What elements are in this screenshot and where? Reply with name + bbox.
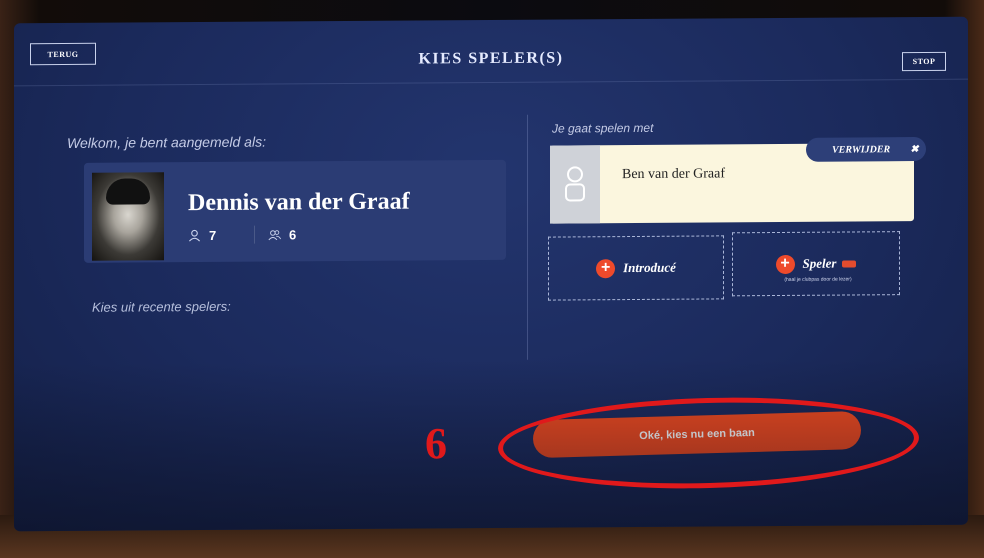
- annotation-step-number: 6: [425, 419, 447, 468]
- user-avatar: [92, 172, 164, 261]
- stop-button[interactable]: STOP: [902, 51, 946, 72]
- card-icon: [842, 259, 857, 268]
- person-placeholder-icon: [565, 166, 585, 202]
- avatar-hair: [106, 178, 150, 205]
- add-player-label: Speler: [802, 255, 837, 271]
- add-player-hint: (haal je clubpas door de lezer): [784, 276, 852, 283]
- add-guest-button[interactable]: + Introducé: [548, 235, 724, 301]
- group-icon: [268, 230, 281, 241]
- recent-players-label: Kies uit recente spelers:: [92, 298, 231, 315]
- user-name: Dennis van der Graaf: [188, 188, 410, 217]
- stat-separator: [254, 225, 255, 244]
- stat-person: 7: [188, 228, 216, 243]
- add-guest-label: Introducé: [623, 259, 676, 276]
- player-avatar-placeholder: [550, 145, 600, 224]
- stat-group-value: 6: [289, 227, 297, 243]
- player-name: Ben van der Graaf: [622, 166, 726, 183]
- plus-icon: +: [775, 254, 795, 274]
- stat-group: 6: [268, 227, 296, 242]
- add-player-button[interactable]: + Speler (haal je clubpas door de lezer): [732, 231, 900, 297]
- remove-label: VERWIJDER: [832, 143, 891, 156]
- stat-person-value: 7: [209, 227, 217, 243]
- header-divider: [14, 78, 968, 87]
- plus-icon: +: [596, 258, 616, 278]
- person-icon: [188, 229, 201, 242]
- welcome-text: Welkom, je bent aangemeld als:: [67, 133, 266, 151]
- current-user-card: Dennis van der Graaf 7 6: [84, 159, 506, 263]
- remove-player-button[interactable]: VERWIJDER ✖: [806, 136, 926, 162]
- close-icon: ✖: [910, 143, 919, 155]
- play-with-label: Je gaat spelen met: [552, 120, 654, 136]
- page-title: KIES SPELER(S): [418, 49, 564, 68]
- panel-divider: [527, 114, 528, 360]
